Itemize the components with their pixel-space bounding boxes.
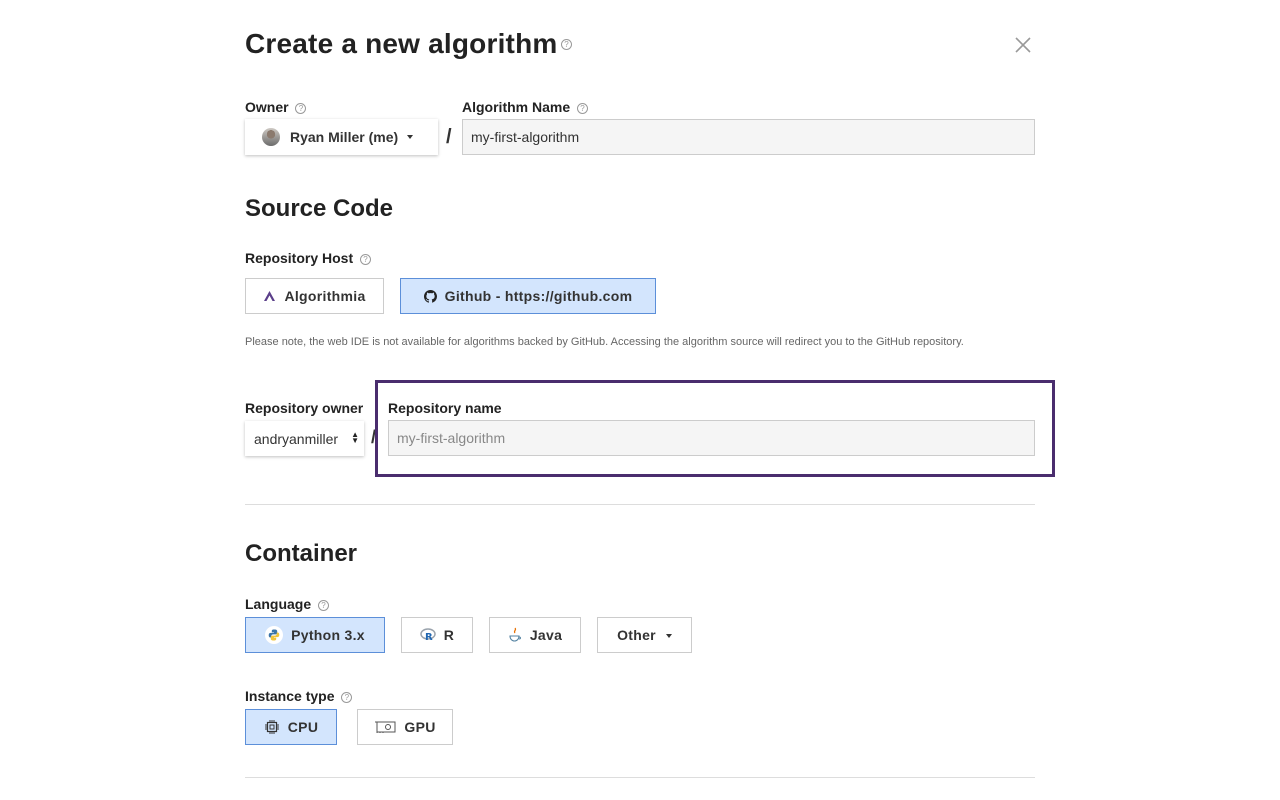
github-note: Please note, the web IDE is not availabl… [245, 336, 964, 348]
source-code-heading: Source Code [245, 195, 394, 222]
repository-host-label: Repository Host ? [245, 250, 372, 266]
avatar [262, 128, 280, 146]
help-icon[interactable]: ? [561, 39, 572, 50]
host-github-button[interactable]: Github - https://github.com [400, 278, 656, 314]
divider [245, 504, 1035, 505]
language-other-dropdown[interactable]: Other [597, 617, 692, 653]
owner-value: Ryan Miller (me) [290, 129, 399, 145]
cpu-icon [264, 719, 280, 735]
help-icon[interactable]: ? [318, 599, 330, 611]
github-icon [423, 289, 437, 303]
separator-slash: / [446, 126, 452, 148]
help-icon[interactable]: ? [341, 691, 353, 703]
owner-dropdown[interactable]: Ryan Miller (me) [245, 119, 438, 155]
instance-cpu-button[interactable]: CPU [245, 709, 337, 745]
java-icon [508, 627, 522, 643]
owner-label: Owner ? [245, 99, 307, 115]
python-icon [265, 626, 284, 644]
repository-name-input[interactable]: my-first-algorithm [388, 420, 1035, 456]
chevron-down-icon [665, 634, 672, 638]
svg-text:R: R [425, 632, 433, 642]
container-heading: Container [245, 540, 358, 567]
host-algorithmia-button[interactable]: Algorithmia [245, 278, 384, 314]
help-icon[interactable]: ? [360, 253, 372, 265]
help-icon[interactable]: ? [577, 102, 589, 114]
repository-owner-select[interactable]: andryanmiller ▲ ▼ [245, 421, 364, 456]
language-python-button[interactable]: Python 3.x [245, 617, 385, 653]
divider [245, 777, 1035, 778]
gpu-icon [374, 720, 396, 734]
help-icon[interactable]: ? [295, 102, 307, 114]
algorithmia-logo-icon [263, 290, 276, 302]
language-label: Language ? [245, 596, 330, 612]
page-title: Create a new algorithm [245, 28, 558, 59]
repository-name-label: Repository name [388, 400, 502, 416]
instance-type-label: Instance type ? [245, 688, 353, 704]
language-java-button[interactable]: Java [489, 617, 581, 653]
language-r-button[interactable]: R R [401, 617, 473, 653]
r-icon: R [420, 628, 436, 642]
instance-gpu-button[interactable]: GPU [357, 709, 453, 745]
select-arrows-icon: ▲ ▼ [351, 430, 359, 445]
algorithm-name-label: Algorithm Name ? [462, 99, 589, 115]
repository-owner-label: Repository owner [245, 400, 364, 416]
algorithm-name-input[interactable]: my-first-algorithm [462, 119, 1035, 155]
caret-down-icon [407, 135, 414, 139]
close-icon[interactable] [1012, 34, 1034, 56]
